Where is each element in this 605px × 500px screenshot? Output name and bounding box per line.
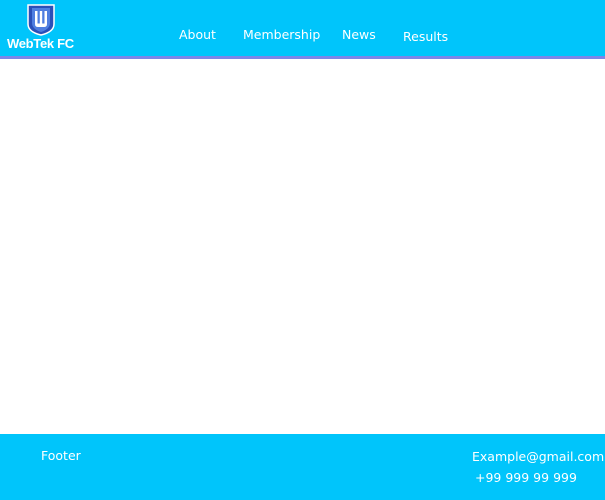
nav-item-membership[interactable]: Membership	[243, 27, 320, 42]
site-header: WebTek FC About Membership News Results	[0, 0, 605, 59]
nav-item-news[interactable]: News	[342, 27, 376, 42]
site-footer: Footer Example@gmail.com +99 999 99 999	[0, 434, 605, 500]
shield-logo-icon	[27, 4, 55, 36]
footer-phone: +99 999 99 999	[475, 470, 577, 485]
brand-name: WebTek FC	[7, 36, 74, 51]
nav-item-about[interactable]: About	[179, 27, 216, 42]
page: WebTek FC About Membership News Results …	[0, 0, 605, 500]
main-content	[0, 59, 605, 434]
footer-email-link[interactable]: Example@gmail.com	[472, 449, 604, 464]
brand-logo[interactable]: WebTek FC	[5, 3, 77, 53]
footer-label: Footer	[41, 448, 81, 463]
nav-item-results[interactable]: Results	[403, 29, 448, 44]
